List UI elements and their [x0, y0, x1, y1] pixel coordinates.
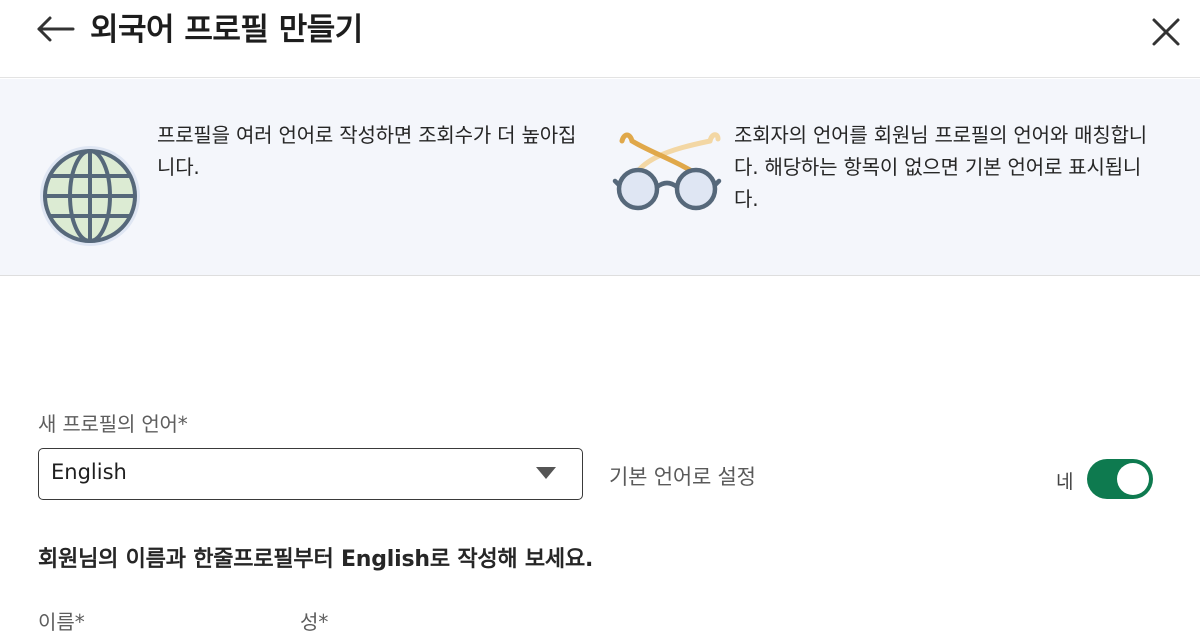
info-text-more-views: 프로필을 여러 언어로 작성하면 조회수가 더 높아집니다. — [157, 123, 577, 179]
caret-down-icon — [536, 467, 556, 479]
globe-icon — [40, 146, 140, 246]
profile-language-select[interactable]: English — [38, 448, 583, 500]
dialog-header: 외국어 프로필 만들기 — [0, 0, 1200, 78]
back-button[interactable] — [36, 12, 76, 48]
info-text-language-matching: 조회자의 언어를 회원님 프로필의 언어와 매칭합니다. 해당하는 항목이 없으… — [734, 123, 1147, 211]
arrow-left-icon — [37, 16, 75, 42]
toggle-knob — [1117, 463, 1149, 495]
profile-language-label: 새 프로필의 언어* — [38, 412, 188, 436]
create-foreign-profile-dialog: 외국어 프로필 만들기 프로필을 여러 언어로 작성하면 조회수가 더 높아집니… — [0, 0, 1200, 643]
default-toggle-state: 네 — [1056, 471, 1074, 493]
close-icon — [1152, 18, 1180, 46]
glasses-icon — [612, 132, 722, 211]
last-name-label: 성* — [300, 610, 329, 634]
profile-language-value: English — [51, 460, 127, 484]
default-language-label: 기본 언어로 설정 — [609, 465, 756, 489]
page-title: 외국어 프로필 만들기 — [90, 12, 363, 48]
name-section-heading: 회원님의 이름과 한줄프로필부터 English로 작성해 보세요. — [38, 547, 594, 572]
default-language-toggle[interactable] — [1087, 459, 1153, 499]
close-button[interactable] — [1148, 14, 1184, 50]
first-name-label: 이름* — [38, 610, 85, 634]
info-panel: 프로필을 여러 언어로 작성하면 조회수가 더 높아집니다. 조회자의 언어를 … — [0, 79, 1200, 276]
